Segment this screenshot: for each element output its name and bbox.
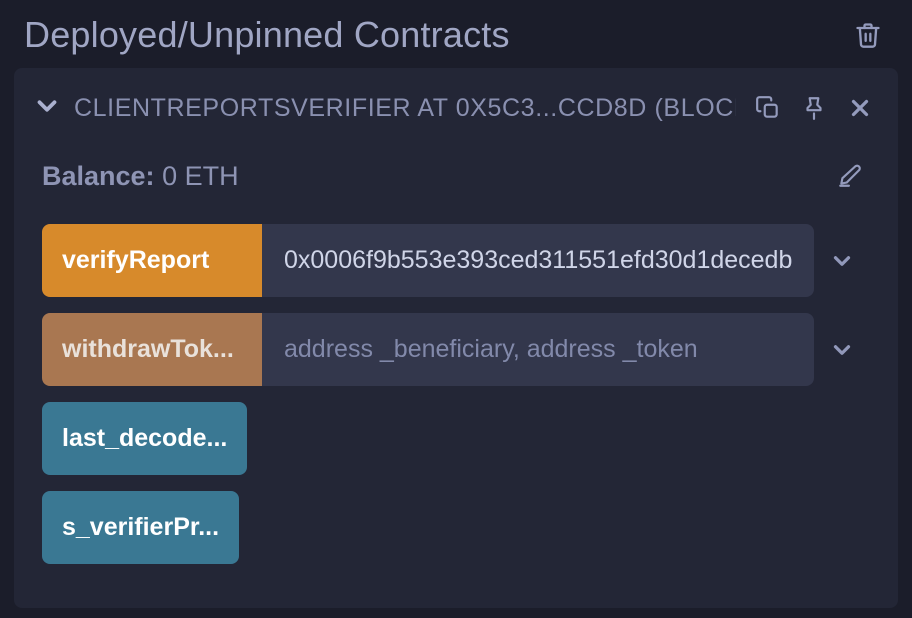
- deployed-contracts-panel: Deployed/Unpinned Contracts CLIENTREPORT…: [0, 0, 912, 618]
- withdrawToken-input[interactable]: [262, 313, 814, 386]
- fn-row-last_decoded: last_decode...: [42, 402, 870, 475]
- chevron-down-icon[interactable]: [32, 91, 62, 126]
- edit-icon[interactable]: [830, 156, 870, 196]
- fn-row-verifyReport: verifyReport: [42, 224, 870, 297]
- contract-body: Balance: 0 ETH verifyReport: [14, 156, 898, 608]
- expand-verifyReport-icon[interactable]: [814, 224, 870, 297]
- contract-header-actions: [748, 88, 880, 128]
- copy-icon[interactable]: [748, 88, 788, 128]
- contract-title: CLIENTREPORTSVERIFIER AT 0X5C3...CCD8D (…: [74, 94, 736, 123]
- trash-icon[interactable]: [848, 15, 888, 55]
- last_decoded-button[interactable]: last_decode...: [42, 402, 247, 475]
- contract-card: CLIENTREPORTSVERIFIER AT 0X5C3...CCD8D (…: [14, 68, 898, 608]
- balance-row: Balance: 0 ETH: [42, 156, 870, 196]
- fn-row-s_verifierProxy: s_verifierPr...: [42, 491, 870, 564]
- balance-text: Balance: 0 ETH: [42, 161, 239, 192]
- panel-title: Deployed/Unpinned Contracts: [24, 14, 510, 56]
- pin-icon[interactable]: [794, 88, 834, 128]
- verifyReport-button[interactable]: verifyReport: [42, 224, 262, 297]
- s_verifierProxy-button[interactable]: s_verifierPr...: [42, 491, 239, 564]
- panel-header: Deployed/Unpinned Contracts: [14, 10, 898, 68]
- balance-value: 0 ETH: [155, 161, 239, 191]
- withdrawToken-button[interactable]: withdrawTok...: [42, 313, 262, 386]
- contract-header: CLIENTREPORTSVERIFIER AT 0X5C3...CCD8D (…: [14, 68, 898, 148]
- balance-label: Balance:: [42, 161, 155, 191]
- verifyReport-input[interactable]: [262, 224, 814, 297]
- close-icon[interactable]: [840, 88, 880, 128]
- expand-withdrawToken-icon[interactable]: [814, 313, 870, 386]
- fn-row-withdrawToken: withdrawTok...: [42, 313, 870, 386]
